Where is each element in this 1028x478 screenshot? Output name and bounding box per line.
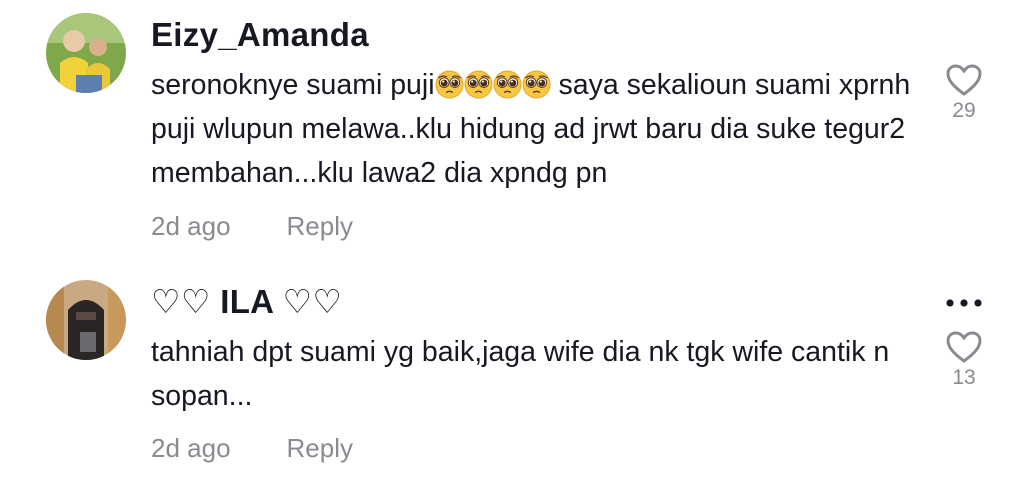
reply-button[interactable]: Reply bbox=[287, 433, 353, 464]
timestamp: 2d ago bbox=[151, 211, 231, 241]
comment-text: seronoknye suami puji saya sekalioun sua… bbox=[151, 63, 931, 195]
comment-text-start: seronoknye suami puji bbox=[151, 69, 435, 101]
comment-meta: 2d ago Reply bbox=[151, 211, 353, 242]
avatar[interactable] bbox=[46, 13, 126, 93]
timestamp: 2d ago bbox=[151, 433, 231, 463]
emoji-group bbox=[435, 69, 551, 101]
like-control: 29 bbox=[940, 63, 988, 123]
pleading-face-emoji bbox=[464, 70, 493, 99]
reply-button[interactable]: Reply bbox=[287, 211, 353, 242]
pleading-face-emoji bbox=[522, 70, 551, 99]
comment-meta: 2d ago Reply bbox=[151, 433, 353, 464]
like-count: 13 bbox=[952, 366, 976, 389]
comment-text: tahniah dpt suami yg baik,jaga wife dia … bbox=[151, 336, 890, 412]
like-count: 29 bbox=[952, 99, 976, 122]
pleading-face-emoji bbox=[435, 70, 464, 99]
avatar[interactable] bbox=[46, 280, 126, 360]
like-control: 13 bbox=[940, 330, 988, 390]
more-options-icon[interactable] bbox=[940, 296, 988, 310]
username[interactable]: Eizy_Amanda bbox=[151, 16, 369, 54]
username[interactable]: ♡♡ ILA ♡♡ bbox=[151, 282, 342, 321]
heart-outline-icon[interactable] bbox=[945, 330, 983, 364]
heart-outline-icon[interactable] bbox=[945, 63, 983, 97]
pleading-face-emoji bbox=[493, 70, 522, 99]
